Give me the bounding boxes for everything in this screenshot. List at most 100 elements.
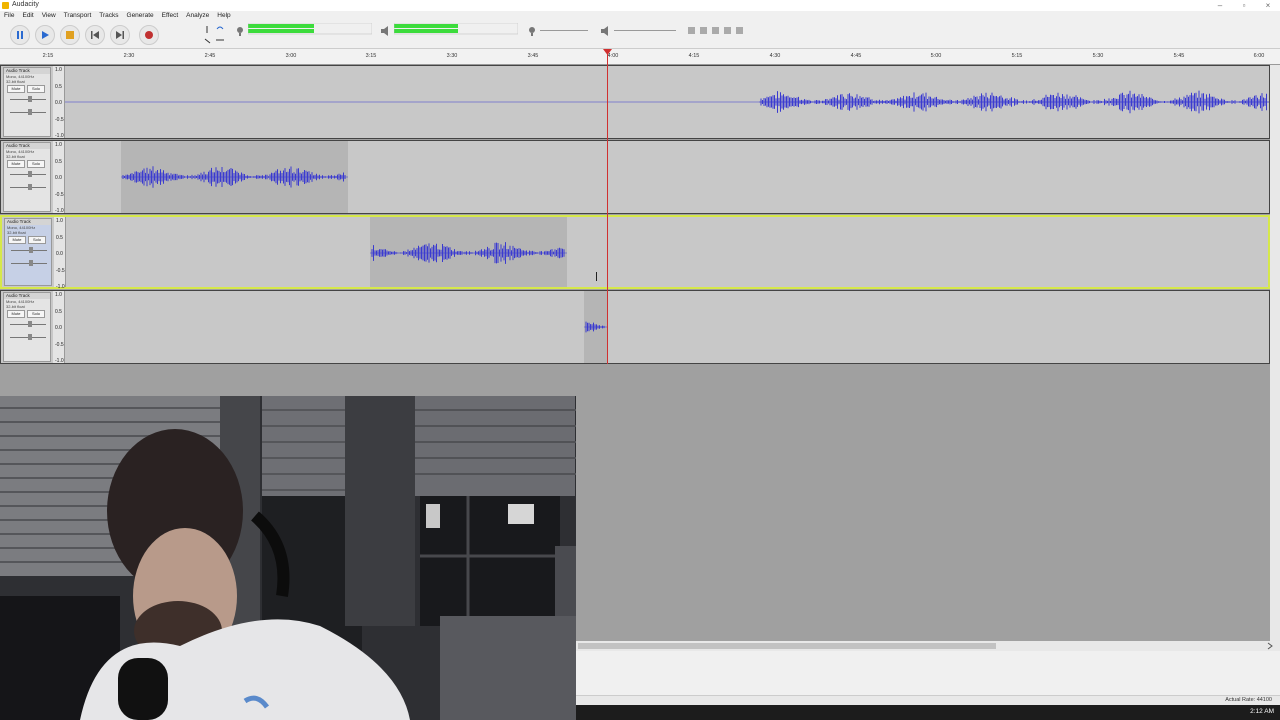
- track-control-panel[interactable]: Audio Track Mono, 44100Hz 32-bit float Mute…: [3, 142, 51, 212]
- ruler-tick-label: 3:45: [527, 53, 539, 59]
- ruler-tick-label: 2:45: [204, 53, 216, 59]
- gain-slider[interactable]: [11, 247, 47, 253]
- track-info-format: 32-bit float: [6, 304, 25, 309]
- pause-icon: [17, 31, 23, 39]
- pan-slider[interactable]: [11, 260, 47, 266]
- ruler-tick-label: 5:00: [930, 53, 942, 59]
- scale-label: -0.5: [55, 191, 64, 198]
- scale-label: 0.5: [56, 234, 63, 241]
- audio-track[interactable]: Audio Track Mono, 44100Hz 32-bit float Mute…: [0, 140, 1270, 214]
- taskbar-clock: 2:12 AM: [1250, 708, 1274, 715]
- scale-label: 0.0: [56, 251, 63, 257]
- menu-tracks[interactable]: Tracks: [95, 11, 122, 21]
- scale-label: 0.5: [55, 308, 62, 315]
- playback-volume-slider[interactable]: [614, 30, 676, 31]
- audio-track[interactable]: Audio Track Mono, 44100Hz 32-bit float Mute…: [0, 290, 1270, 364]
- ruler-tick-label: 3:00: [285, 53, 297, 59]
- scale-label: 1.0: [55, 142, 62, 148]
- actual-rate-text: Actual Rate: 44100: [1225, 697, 1272, 703]
- scale-label: 0.0: [55, 325, 62, 331]
- waveform-area[interactable]: [65, 141, 1269, 213]
- ruler-tick-label: 4:15: [688, 53, 700, 59]
- track-control-panel[interactable]: Audio Track Mono, 44100Hz 32-bit float Mute…: [3, 292, 51, 362]
- pan-slider[interactable]: [10, 334, 46, 340]
- skip-start-icon: [91, 31, 99, 39]
- stop-button[interactable]: [60, 25, 80, 45]
- solo-button[interactable]: Solo: [28, 236, 46, 244]
- gain-slider[interactable]: [10, 321, 46, 327]
- close-button[interactable]: ×: [1258, 0, 1278, 11]
- mute-button[interactable]: Mute: [7, 85, 25, 93]
- track-control-panel[interactable]: Audio Track Mono, 44100Hz 32-bit float Mute…: [3, 67, 51, 137]
- timeline-ruler[interactable]: 2:15 2:30 2:45 3:00 3:15 3:30 3:45 4:00 4:15 4:30…: [0, 49, 1280, 65]
- scale-label: -0.5: [55, 116, 64, 123]
- skip-end-icon: [116, 31, 124, 39]
- scale-label: 1.0: [55, 67, 62, 73]
- waveform-area[interactable]: [65, 66, 1269, 138]
- solo-button[interactable]: Solo: [27, 85, 45, 93]
- play-button[interactable]: [35, 25, 55, 45]
- playhead-marker-icon[interactable]: [603, 49, 613, 57]
- ruler-tick-label: 5:45: [1173, 53, 1185, 59]
- menu-effect[interactable]: Effect: [158, 11, 183, 21]
- menu-transport[interactable]: Transport: [60, 11, 96, 21]
- vertical-scrollbar[interactable]: [1270, 65, 1280, 641]
- edit-toolbar[interactable]: [686, 25, 756, 37]
- solo-button[interactable]: Solo: [27, 160, 45, 168]
- audio-track[interactable]: Audio Track Mono, 44100Hz 32-bit float Mute…: [0, 215, 1270, 290]
- scale-label: -1.0: [55, 208, 64, 214]
- audio-track[interactable]: Audio Track Mono, 44100Hz 32-bit float Mute…: [0, 65, 1270, 139]
- record-meter-mic-icon[interactable]: [234, 25, 246, 37]
- ruler-tick-label: 4:45: [850, 53, 862, 59]
- gain-slider[interactable]: [10, 171, 46, 177]
- menu-generate[interactable]: Generate: [123, 11, 158, 21]
- audio-clip[interactable]: [370, 217, 567, 287]
- waveform-area[interactable]: [66, 217, 1268, 287]
- playback-meter-speaker-icon[interactable]: [380, 25, 392, 37]
- scale-label: 0.0: [55, 175, 62, 181]
- record-button[interactable]: [139, 25, 159, 45]
- webcam-image: [0, 396, 576, 720]
- horizontal-scrollbar-thumb[interactable]: [578, 643, 996, 649]
- record-volume-slider[interactable]: [540, 30, 588, 31]
- pause-button[interactable]: [10, 25, 30, 45]
- menu-bar: File Edit View Transport Tracks Generate Effec…: [0, 11, 1280, 21]
- gain-slider[interactable]: [10, 96, 46, 102]
- record-icon: [145, 31, 153, 39]
- skip-to-start-button[interactable]: [85, 25, 105, 45]
- track-info-format: 32-bit float: [6, 154, 25, 159]
- playback-meter[interactable]: [393, 22, 519, 35]
- playhead-line[interactable]: [607, 49, 608, 364]
- pan-slider[interactable]: [10, 184, 46, 190]
- scale-label: -0.5: [56, 267, 65, 274]
- menu-analyze[interactable]: Analyze: [182, 11, 213, 21]
- maximize-button[interactable]: ▫: [1234, 0, 1254, 11]
- menu-edit[interactable]: Edit: [18, 11, 37, 21]
- chevron-right-icon[interactable]: [1266, 642, 1274, 650]
- ruler-tick-label: 2:15: [42, 53, 54, 59]
- record-meter[interactable]: [247, 22, 373, 35]
- track-control-panel[interactable]: Audio Track Mono, 44100Hz 32-bit float Mute…: [4, 218, 52, 286]
- menu-view[interactable]: View: [38, 11, 60, 21]
- mute-button[interactable]: Mute: [8, 236, 26, 244]
- ruler-tick-label: 5:30: [1092, 53, 1104, 59]
- menu-file[interactable]: File: [0, 11, 18, 21]
- amplitude-scale: 1.0 0.5 0.0 -0.5 -1.0: [53, 66, 65, 139]
- selection-toolbar: [576, 651, 1280, 695]
- mute-button[interactable]: Mute: [7, 160, 25, 168]
- skip-to-end-button[interactable]: [110, 25, 130, 45]
- tools-panel[interactable]: [202, 23, 232, 47]
- ruler-tick-label: 3:15: [365, 53, 377, 59]
- status-bar: Actual Rate: 44100: [576, 695, 1280, 705]
- mute-button[interactable]: Mute: [7, 310, 25, 318]
- minimize-button[interactable]: –: [1210, 0, 1230, 11]
- scale-label: -0.5: [55, 341, 64, 348]
- pan-slider[interactable]: [10, 109, 46, 115]
- menu-help[interactable]: Help: [213, 11, 234, 21]
- solo-button[interactable]: Solo: [27, 310, 45, 318]
- waveform-area[interactable]: [65, 291, 1269, 363]
- window-title: Audacity: [12, 1, 39, 8]
- scale-label: 0.5: [55, 83, 62, 90]
- toolbar: [0, 21, 1280, 49]
- horizontal-scrollbar[interactable]: [576, 641, 1280, 651]
